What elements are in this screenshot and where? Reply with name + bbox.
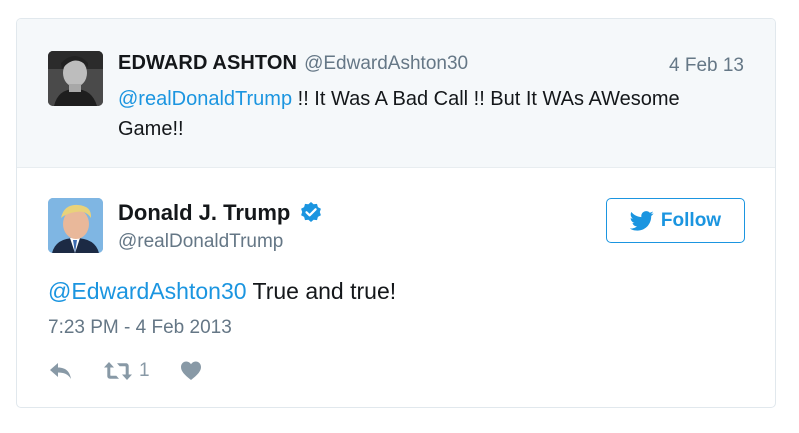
main-author-handle[interactable]: @realDonaldTrump — [118, 231, 283, 253]
retweet-icon — [104, 362, 132, 380]
follow-button[interactable]: Follow — [606, 198, 745, 243]
reply-button[interactable] — [48, 360, 74, 382]
main-tweet-text: @EdwardAshton30 True and true! — [48, 278, 396, 305]
main-tweet-timestamp[interactable]: 7:23 PM - 4 Feb 2013 — [48, 317, 232, 339]
main-tweet-header: Donald J. Trump — [118, 200, 323, 226]
main-author-name[interactable]: Donald J. Trump — [118, 200, 290, 226]
main-tweet-body: True and true! — [246, 278, 397, 304]
parent-tweet-date[interactable]: 4 Feb 13 — [669, 55, 744, 77]
parent-tweet-header: EDWARD ASHTON @EdwardAshton30 — [118, 52, 468, 78]
parent-tweet[interactable]: EDWARD ASHTON @EdwardAshton30 4 Feb 13 @… — [17, 19, 775, 168]
parent-tweet-mention[interactable]: @realDonaldTrump — [118, 88, 292, 110]
follow-button-label: Follow — [660, 209, 722, 231]
parent-author-name[interactable]: EDWARD ASHTON — [118, 52, 297, 75]
retweet-button[interactable]: 1 — [103, 360, 150, 382]
main-tweet-mention[interactable]: @EdwardAshton30 — [48, 278, 247, 304]
parent-author-handle[interactable]: @EdwardAshton30 — [304, 53, 468, 75]
main-author-avatar[interactable] — [48, 198, 103, 253]
tweet-actions: 1 — [48, 359, 202, 383]
like-button[interactable] — [180, 360, 202, 382]
retweet-count: 1 — [139, 360, 150, 381]
twitter-bird-icon — [629, 210, 654, 231]
parent-author-avatar[interactable] — [48, 51, 103, 106]
embedded-tweet-card: EDWARD ASHTON @EdwardAshton30 4 Feb 13 @… — [16, 18, 776, 408]
reply-icon — [50, 363, 71, 379]
parent-tweet-text: @realDonaldTrump !! It Was A Bad Call !!… — [118, 84, 738, 144]
verified-badge-icon — [299, 201, 323, 225]
heart-icon — [180, 361, 201, 380]
